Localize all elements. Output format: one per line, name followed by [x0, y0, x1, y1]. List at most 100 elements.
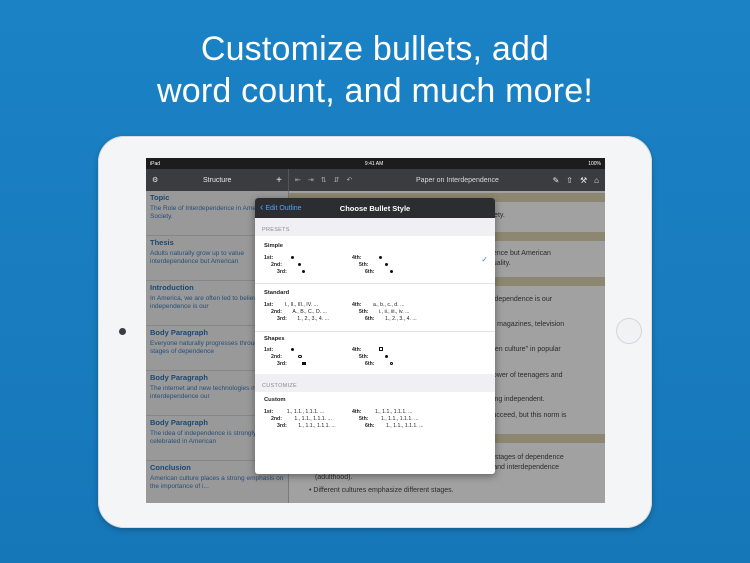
level-label: 1st:: [264, 347, 274, 353]
document-tools: ✎ ⇧ ⚒ ⌂: [553, 176, 599, 185]
level-5: 5th:: [359, 354, 388, 360]
level-1: 1st: I., II., III., IV. ...: [264, 302, 318, 308]
level-label: 5th:: [359, 416, 369, 422]
sidebar-title: Structure: [203, 176, 232, 184]
level-1: 1st:: [264, 255, 294, 261]
chevron-left-icon: ‹: [260, 202, 264, 213]
sidebar-header: ⚙ Structure +: [146, 169, 289, 191]
level-label: 6th:: [365, 269, 375, 275]
status-bar: iPad 9:41 AM 100%: [146, 158, 605, 169]
bullet-dot-icon: [298, 263, 302, 266]
indent-icon[interactable]: ⇥: [308, 176, 314, 184]
level-label: 5th:: [359, 309, 369, 315]
level-format: 1., 1.1., 1.1.1. ...: [286, 409, 325, 415]
section-label-customize: CUSTOMIZE: [255, 374, 495, 392]
level-label: 2nd:: [271, 262, 282, 268]
toolbar: ⚙ Structure + ⇤ ⇥ ⇅ ⇵ ↶ Paper on Interde…: [146, 169, 605, 191]
level-5: 5th:: [359, 262, 388, 268]
undo-icon[interactable]: ↶: [347, 176, 353, 184]
level-label: 6th:: [365, 361, 375, 367]
style-name: Custom: [264, 397, 286, 403]
gear-icon[interactable]: ⚙: [152, 176, 158, 184]
level-format: 1., 1.1., 1.1.1. ...: [374, 409, 413, 415]
camera: [119, 328, 126, 335]
status-time: 9:41 AM: [364, 160, 384, 167]
document-header: ⇤ ⇥ ⇅ ⇵ ↶ Paper on Interdependence ✎ ⇧ ⚒…: [289, 169, 605, 191]
level-3: 3rd: 1., 1.1., 1.1.1. ...: [277, 423, 336, 429]
headline-line-2: word count, and much more!: [156, 72, 594, 110]
style-option-standard[interactable]: Standard 1st: I., II., III., IV. ... 2nd…: [255, 284, 495, 332]
checkmark-icon: ✓: [481, 255, 488, 264]
back-button[interactable]: ‹ Edit Outline: [255, 202, 302, 213]
popover-header: ‹ Edit Outline Choose Bullet Style: [255, 198, 495, 218]
level-label: 1st:: [264, 302, 274, 308]
level-3: 3rd:: [277, 361, 306, 367]
battery-level: 100%: [588, 160, 601, 167]
level-format: 1., 1.1., 1.1.1. ...: [294, 416, 332, 422]
bullet-square-icon: [302, 361, 306, 365]
level-3: 3rd:: [277, 269, 306, 275]
level-2: 2nd:: [271, 262, 302, 268]
move-up-icon[interactable]: ⇅: [321, 176, 327, 184]
level-label: 3rd:: [277, 269, 287, 275]
edit-icon[interactable]: ✎: [553, 176, 560, 185]
level-format: 1., 1.1., 1.1.1. ...: [385, 423, 424, 429]
bullet-dot-icon: [290, 348, 294, 351]
level-5: 5th: i., ii., iii., iv. ...: [359, 309, 409, 315]
level-4: 4th:: [352, 347, 383, 353]
home-icon[interactable]: ⌂: [594, 176, 599, 185]
share-icon[interactable]: ⇧: [566, 176, 573, 185]
bullet-circle-icon: [389, 361, 394, 365]
home-button[interactable]: [616, 318, 642, 344]
level-format: 1., 2., 3., 4. ...: [384, 316, 417, 322]
style-option-custom[interactable]: Custom 1st: 1., 1.1., 1.1.1. ... 2nd: 1.…: [255, 392, 495, 452]
move-down-icon[interactable]: ⇵: [334, 176, 340, 184]
back-button-label: Edit Outline: [265, 204, 302, 212]
device-label: iPad: [150, 160, 161, 167]
outline-tools: ⇤ ⇥ ⇅ ⇵ ↶: [295, 176, 352, 184]
level-5: 5th: 1., 1.1., 1.1.1. ...: [359, 416, 418, 422]
level-2: 2nd: 1., 1.1., 1.1.1. ...: [271, 416, 332, 422]
bullet-dot-icon: [378, 256, 382, 259]
level-label: 2nd:: [271, 416, 282, 422]
level-format: i., ii., iii., iv. ...: [378, 309, 410, 315]
wrench-icon[interactable]: ⚒: [580, 176, 587, 185]
add-icon[interactable]: +: [276, 175, 282, 186]
level-6: 6th:: [365, 361, 394, 367]
bullet-dot-icon: [290, 256, 294, 259]
level-format: I., II., III., IV. ...: [284, 302, 318, 308]
level-label: 5th:: [359, 262, 369, 268]
bullet-style-popover: ‹ Edit Outline Choose Bullet Style PRESE…: [255, 198, 495, 474]
style-name: Standard: [264, 290, 290, 296]
level-1: 1st:: [264, 347, 294, 353]
level-label: 3rd:: [277, 423, 287, 429]
document-title: Paper on Interdependence: [416, 176, 499, 184]
style-option-shapes[interactable]: Shapes 1st: 2nd: 3rd: 4th: 5th: 6th:: [255, 332, 495, 374]
level-3: 3rd: 1., 2., 3., 4. ...: [277, 316, 329, 322]
level-4: 4th:: [352, 255, 382, 261]
level-label: 2nd:: [271, 354, 282, 360]
headline-line-1: Customize bullets, add: [200, 30, 550, 68]
level-format: 1., 1.1., 1.1.1. ...: [298, 423, 336, 429]
level-label: 1st:: [264, 409, 274, 415]
bullet-circle-icon: [298, 354, 302, 358]
promo-headline: Customize bullets, add word count, and m…: [0, 28, 750, 112]
style-name: Simple: [264, 243, 284, 249]
level-label: 6th:: [365, 316, 375, 322]
level-6: 6th: 1., 2., 3., 4. ...: [365, 316, 417, 322]
level-2: 2nd:: [271, 354, 302, 360]
level-format: A., B., C., D. ...: [292, 309, 327, 315]
level-label: 2nd:: [271, 309, 282, 315]
level-4: 4th: a., b., c., d. ...: [352, 302, 404, 308]
bullet-dot-icon: [302, 270, 306, 273]
section-label-presets: PRESETS: [255, 218, 495, 236]
level-label: 4th:: [352, 409, 362, 415]
level-label: 5th:: [359, 354, 369, 360]
outdent-icon[interactable]: ⇤: [295, 176, 301, 184]
style-option-simple[interactable]: Simple 1st: 2nd: 3rd: 4th: 5th: 6th: ✓: [255, 236, 495, 284]
level-label: 3rd:: [277, 316, 287, 322]
level-label: 4th:: [352, 347, 362, 353]
level-6: 6th: 1., 1.1., 1.1.1. ...: [365, 423, 423, 429]
level-2: 2nd: A., B., C., D. ...: [271, 309, 327, 315]
level-format: a., b., c., d. ...: [372, 302, 405, 308]
